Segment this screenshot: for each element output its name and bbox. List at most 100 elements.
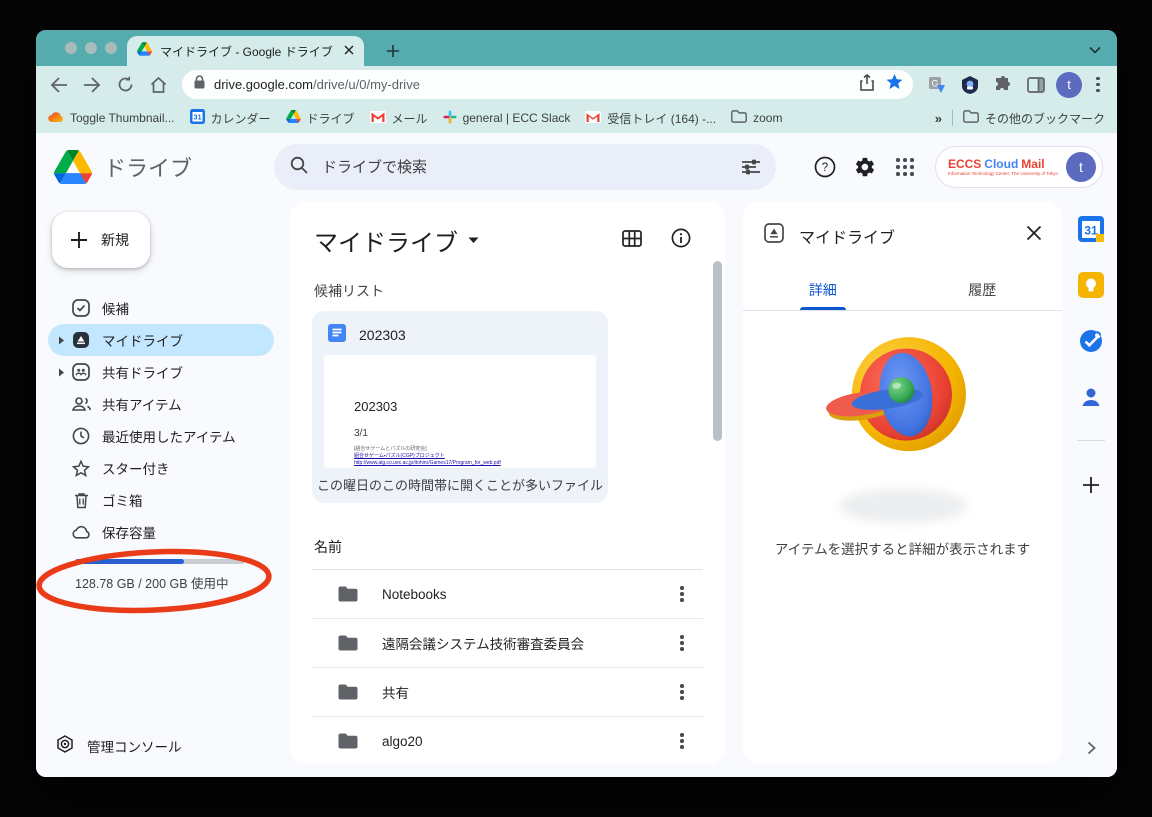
apps-grid-icon[interactable] (885, 147, 925, 187)
google-contacts-icon[interactable] (1077, 383, 1105, 411)
expand-arrow-icon[interactable] (54, 336, 68, 345)
bookmark-star-icon[interactable] (886, 74, 903, 95)
google-keep-icon[interactable] (1077, 271, 1105, 299)
expand-arrow-icon[interactable] (54, 368, 68, 377)
settings-gear-icon[interactable] (845, 147, 885, 187)
chevron-down-icon (468, 237, 479, 244)
slack-favicon-icon (443, 110, 457, 127)
table-row[interactable]: 共有 (312, 668, 703, 717)
planet-cutaway-illustration (819, 329, 987, 470)
drive-favicon-icon (286, 110, 301, 126)
sidebar-item-storage[interactable]: 保存容量 (48, 516, 274, 548)
get-add-ons-plus-icon[interactable] (1077, 471, 1105, 499)
grid-view-icon[interactable] (622, 230, 642, 252)
google-calendar-icon[interactable]: 31 (1077, 215, 1105, 243)
drive-profile-avatar[interactable]: t (1066, 152, 1096, 182)
lock-icon[interactable] (194, 75, 205, 94)
browser-profile-avatar[interactable]: t (1056, 72, 1082, 98)
close-window-button[interactable] (65, 42, 77, 54)
storage-progress-bar (75, 559, 245, 564)
tab-close-icon[interactable] (344, 42, 354, 60)
google-tasks-icon[interactable] (1077, 327, 1105, 355)
gmail-favicon-icon (370, 111, 386, 126)
new-tab-button[interactable] (380, 38, 406, 64)
other-bookmarks-button[interactable]: その他のブックマーク (963, 110, 1105, 127)
reload-icon[interactable] (112, 72, 138, 98)
suggested-file-card[interactable]: 202303 202303 3/1 [組合せゲームとパズルの研究会] 組合せゲー… (312, 311, 608, 503)
sidebar-item-shared-with-me[interactable]: 共有アイテム (48, 388, 274, 420)
sidebar-item-trash[interactable]: ゴミ箱 (48, 484, 274, 516)
close-icon[interactable] (1026, 225, 1042, 246)
scrollbar-thumb[interactable] (713, 261, 722, 441)
share-icon[interactable] (860, 74, 874, 96)
collapse-panel-chevron-icon[interactable] (1077, 734, 1105, 762)
bookmark-item[interactable]: ドライブ (286, 110, 355, 127)
help-icon[interactable]: ? (805, 147, 845, 187)
folder-icon (731, 110, 747, 126)
workspace-side-rail: 31 (1065, 201, 1117, 777)
plus-icon (69, 230, 89, 250)
sidebar-item-recent[interactable]: 最近使用したアイテム (48, 420, 274, 452)
bookmark-item[interactable]: general | ECC Slack (443, 110, 571, 127)
bookmarks-overflow-chevrons[interactable]: » (935, 111, 942, 126)
info-icon[interactable] (671, 228, 691, 253)
clock-icon (71, 427, 91, 445)
admin-console-button[interactable]: 管理コンソール (56, 735, 182, 756)
my-drive-title-dropdown[interactable]: マイドライブ (314, 223, 479, 258)
trash-icon (71, 492, 91, 509)
table-row[interactable]: algo20 (312, 717, 703, 765)
svg-text:31: 31 (193, 113, 201, 122)
address-bar[interactable]: drive.google.com/drive/u/0/my-drive (182, 70, 913, 99)
browser-tab[interactable]: マイドライブ - Google ドライブ (127, 36, 364, 66)
bookmark-item[interactable]: Toggle Thumbnail... (48, 111, 175, 126)
back-icon[interactable] (46, 72, 72, 98)
cloud-favicon-icon (48, 111, 64, 126)
home-icon[interactable] (145, 72, 171, 98)
sidebar-item-my-drive[interactable]: マイドライブ (48, 324, 274, 356)
browser-window: マイドライブ - Google ドライブ drive.google.com/dr… (36, 30, 1117, 777)
bookmark-item[interactable]: zoom (731, 110, 782, 126)
minimize-window-button[interactable] (85, 42, 97, 54)
bookmark-item[interactable]: メール (370, 110, 428, 127)
row-more-kebab-icon[interactable] (667, 579, 697, 609)
new-button-label: 新規 (101, 230, 129, 250)
tab-activity[interactable]: 履歴 (903, 270, 1063, 310)
drive-logo[interactable]: ドライブ (36, 150, 274, 184)
details-empty-state-text: アイテムを選択すると詳細が表示されます (743, 538, 1062, 558)
drive-favicon (137, 42, 152, 61)
side-panel-icon[interactable] (1023, 72, 1049, 98)
row-more-kebab-icon[interactable] (667, 628, 697, 658)
table-row[interactable]: 遠隔会議システム技術審査委員会 (312, 619, 703, 668)
zoom-window-button[interactable] (105, 42, 117, 54)
bookmark-item[interactable]: 31 カレンダー (190, 109, 271, 127)
tab-search-chevron-icon[interactable] (1089, 41, 1101, 59)
new-button[interactable]: 新規 (52, 212, 150, 268)
folder-icon (963, 110, 979, 126)
row-more-kebab-icon[interactable] (667, 726, 697, 756)
browser-menu-kebab-icon[interactable] (1089, 72, 1107, 98)
column-header-name[interactable]: 名前 (312, 531, 703, 570)
tab-details[interactable]: 詳細 (743, 270, 903, 310)
forward-icon[interactable] (79, 72, 105, 98)
suggestions-section-label: 候補リスト (314, 281, 384, 301)
row-more-kebab-icon[interactable] (667, 677, 697, 707)
google-docs-icon (328, 324, 346, 345)
sidebar-item-starred[interactable]: スター付き (48, 452, 274, 484)
search-icon[interactable] (290, 156, 308, 179)
details-tabs: 詳細 履歴 (743, 270, 1062, 311)
search-input[interactable] (320, 158, 722, 177)
account-pill[interactable]: ECCSCloudMail Information Technology Cen… (935, 146, 1103, 188)
sidebar-item-shared-drives[interactable]: 共有ドライブ (48, 356, 274, 388)
search-options-icon[interactable] (734, 150, 768, 184)
drive-header: ドライブ ? ECCSCloudMail Information Technol… (36, 133, 1117, 201)
extensions-puzzle-icon[interactable] (990, 72, 1016, 98)
sidebar-item-suggestions[interactable]: 候補 (48, 292, 274, 324)
search-bar[interactable] (274, 144, 776, 190)
extension-badge-icon[interactable] (957, 72, 983, 98)
check-badge-icon (71, 299, 91, 317)
translate-icon[interactable]: G (924, 72, 950, 98)
bookmarks-bar: Toggle Thumbnail... 31 カレンダー ドライブ メール ge… (36, 103, 1117, 133)
browser-toolbar: drive.google.com/drive/u/0/my-drive G t (36, 66, 1117, 103)
table-row[interactable]: Notebooks (312, 570, 703, 619)
bookmark-item[interactable]: 受信トレイ (164) -... (585, 110, 716, 127)
